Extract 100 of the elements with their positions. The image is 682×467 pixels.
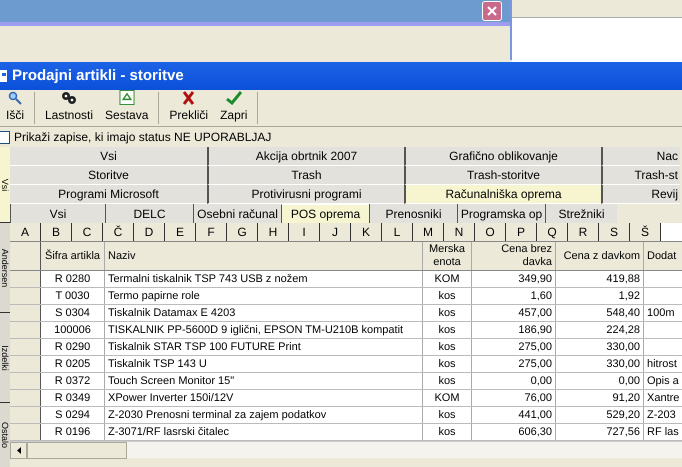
column-header[interactable]: Dodat xyxy=(644,242,682,270)
table-cell: kos xyxy=(438,324,456,336)
side-tab[interactable]: Izdelki xyxy=(0,313,10,403)
letter-tab[interactable]: A xyxy=(10,223,41,241)
column-header[interactable]: Šifra artikla xyxy=(41,242,105,270)
table-cell: Tiskalnik STAR TSP 100 FUTURE Print xyxy=(108,341,301,353)
letter-tab[interactable]: B xyxy=(41,223,72,241)
row-header[interactable] xyxy=(10,407,41,423)
letter-tab[interactable]: Č xyxy=(103,223,134,241)
letter-tab[interactable]: L xyxy=(382,223,413,241)
checkmark-icon xyxy=(226,91,242,105)
subcategory-tab[interactable]: DELC xyxy=(105,204,193,223)
table-cell: 186,90 xyxy=(518,324,552,336)
column-header[interactable]: Naziv xyxy=(105,242,423,270)
table-cell: XPower Inverter 150i/12V xyxy=(108,392,234,404)
table-cell: 224,28 xyxy=(606,324,640,336)
category-tab[interactable]: Akcija obrtnik 2007 xyxy=(207,147,404,166)
letter-tab[interactable]: I xyxy=(289,223,320,241)
table-cell: TISKALNIK PP-5600D 9 iglični, EPSON TM-U210B kompatit xyxy=(108,324,404,336)
letter-tab[interactable]: N xyxy=(444,223,475,241)
table-cell: 0,00 xyxy=(618,375,640,387)
letter-tab[interactable]: D xyxy=(134,223,165,241)
category-tab[interactable]: Storitve xyxy=(10,166,207,185)
category-tab[interactable]: Programi Microsoft xyxy=(10,185,207,204)
category-tab[interactable]: Trash xyxy=(207,166,404,185)
letter-tab[interactable]: M xyxy=(413,223,444,241)
category-tab[interactable]: Revij xyxy=(601,185,680,204)
letter-tab[interactable]: S xyxy=(599,223,630,241)
letter-tab[interactable]: O xyxy=(475,223,506,241)
toolbar-button[interactable]: Lastnosti xyxy=(39,90,100,124)
table-cell: 0,00 xyxy=(530,375,552,387)
subcategory-tab[interactable]: Strežniki xyxy=(545,204,617,223)
table-cell: 548,40 xyxy=(606,307,640,319)
table-cell: hitrost xyxy=(647,358,677,370)
letter-tab[interactable]: K xyxy=(351,223,382,241)
subcategory-tab[interactable]: Prenosniki xyxy=(369,204,457,223)
letter-tab[interactable]: Q xyxy=(537,223,568,241)
subcategory-tab[interactable]: Programska op xyxy=(457,204,545,223)
magnifier-icon xyxy=(8,91,22,105)
letter-tab[interactable]: G xyxy=(227,223,258,241)
letter-tab[interactable]: H xyxy=(258,223,289,241)
subcategory-tab[interactable]: POS oprema xyxy=(281,204,369,223)
table-cell: 76,00 xyxy=(524,392,552,404)
category-tab[interactable]: Trash-st xyxy=(601,166,680,185)
table-cell: R 0196 xyxy=(54,426,90,438)
toolbar-button[interactable]: Sestava xyxy=(99,90,154,124)
category-tab[interactable]: Grafično oblikovanje xyxy=(404,147,601,166)
subcategory-tab[interactable]: Vsi xyxy=(10,204,105,223)
table-cell: KOM xyxy=(434,392,460,404)
scrollbar-thumb[interactable] xyxy=(27,442,127,459)
row-header[interactable] xyxy=(10,390,41,406)
row-header[interactable] xyxy=(10,305,41,321)
table-cell: kos xyxy=(438,375,456,387)
table-cell: S 0294 xyxy=(55,409,90,421)
letter-tab[interactable]: P xyxy=(506,223,537,241)
table-cell: KOM xyxy=(434,273,460,285)
side-tab[interactable]: Andersen xyxy=(0,223,10,313)
letter-tab[interactable]: J xyxy=(320,223,351,241)
table-cell: kos xyxy=(438,341,456,353)
category-tab[interactable]: Protivirusni programi xyxy=(207,185,404,204)
subcategory-tab[interactable]: Osebni računal xyxy=(193,204,281,223)
table-cell: Termalni tiskalnik TSP 743 USB z nožem xyxy=(108,273,308,285)
category-tab[interactable]: Računalniška oprema xyxy=(404,185,601,204)
cross-icon xyxy=(182,91,196,105)
checkbox[interactable] xyxy=(0,130,10,144)
category-tab[interactable]: Vsi xyxy=(10,147,207,166)
table-cell: Tiskalnik TSP 143 U xyxy=(108,358,207,370)
row-header[interactable] xyxy=(10,322,41,338)
toolbar-button[interactable]: Zapri xyxy=(214,90,254,124)
letter-tab[interactable]: Š xyxy=(630,223,661,241)
table-cell: 457,00 xyxy=(518,307,552,319)
row-header[interactable] xyxy=(10,271,41,287)
letter-tab[interactable]: F xyxy=(196,223,227,241)
close-button[interactable] xyxy=(482,1,502,21)
letter-tab[interactable]: E xyxy=(165,223,196,241)
column-header[interactable]: Cena brez davka xyxy=(472,242,556,270)
column-header[interactable]: Cena z davkom xyxy=(556,242,644,270)
row-header[interactable] xyxy=(10,424,41,440)
category-tab[interactable]: Nac xyxy=(601,147,680,166)
row-header[interactable] xyxy=(10,339,41,355)
table-cell: kos xyxy=(438,290,456,302)
row-header[interactable] xyxy=(10,373,41,389)
scroll-left-button[interactable] xyxy=(10,442,27,459)
column-header[interactable]: Merska enota xyxy=(423,242,472,270)
table-cell: Z-203 xyxy=(647,409,676,421)
table-cell: Termo papirne role xyxy=(108,290,200,302)
row-header[interactable] xyxy=(10,288,41,304)
letter-tab[interactable]: R xyxy=(568,223,599,241)
table-cell: Opis a xyxy=(647,375,679,387)
table-cell: kos xyxy=(438,358,456,370)
row-header[interactable] xyxy=(10,356,41,372)
side-tab[interactable]: Ostalo xyxy=(0,403,10,467)
table-cell: 330,00 xyxy=(606,358,640,370)
letter-tab[interactable]: C xyxy=(72,223,103,241)
table-cell: 529,20 xyxy=(606,409,640,421)
toolbar-button[interactable]: Išči xyxy=(0,90,30,124)
toolbar-button[interactable]: Prekliči xyxy=(163,90,214,124)
table-cell: 441,00 xyxy=(518,409,552,421)
category-tab[interactable]: Trash-storitve xyxy=(404,166,601,185)
side-tab[interactable]: Vsi xyxy=(0,147,10,223)
